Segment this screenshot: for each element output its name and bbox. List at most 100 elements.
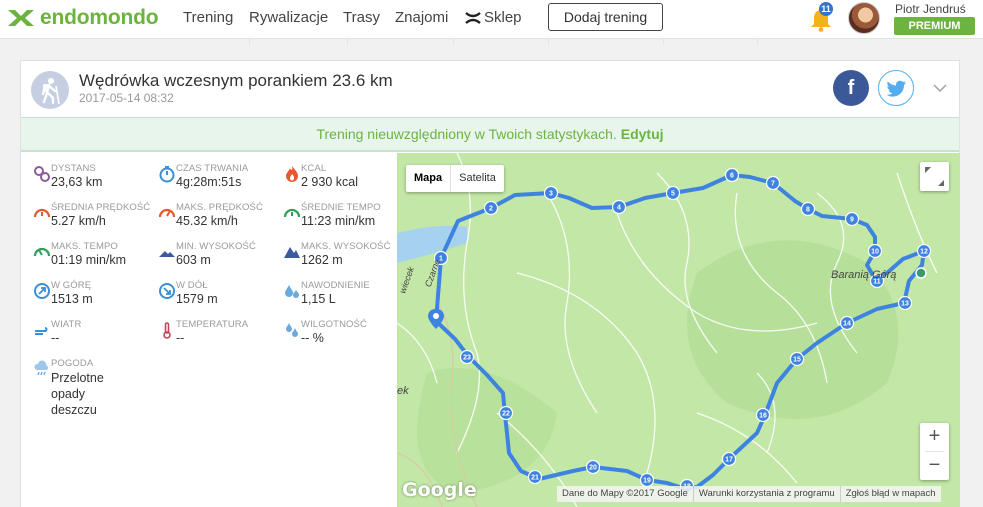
- route-overlay: 1234567891011121314151617181920212223: [428, 167, 932, 494]
- stopwatch-icon: [159, 166, 175, 183]
- workout-date: 2017-05-14 08:32: [79, 91, 174, 105]
- workout-title: Wędrówka wczesnym porankiem 23.6 km: [79, 71, 393, 90]
- km-marker[interactable]: 5: [665, 185, 681, 201]
- user-name[interactable]: Piotr Jendruś: [895, 2, 966, 16]
- zoom-controls: + −: [920, 423, 949, 480]
- twitter-icon: [887, 80, 906, 97]
- km-marker[interactable]: 13: [897, 295, 913, 311]
- km-marker-label: 8: [806, 207, 810, 214]
- km-marker[interactable]: 7: [765, 175, 781, 191]
- nav-divider: [0, 38, 983, 45]
- brand-name: endomondo: [40, 6, 159, 29]
- premium-badge[interactable]: PREMIUM: [894, 17, 975, 35]
- km-marker-label: 16: [759, 413, 767, 420]
- km-marker[interactable]: 10: [867, 243, 883, 259]
- nav-znajomi[interactable]: Znajomi: [395, 9, 448, 26]
- fullscreen-button[interactable]: [920, 162, 949, 191]
- workout-card: Wędrówka wczesnym porankiem 23.6 km 2017…: [20, 60, 960, 507]
- km-marker-label: 15: [793, 357, 801, 364]
- map-data-credit: Dane do Mapy ©2017 Google: [557, 486, 694, 502]
- google-logo[interactable]: Google: [402, 479, 477, 501]
- km-marker[interactable]: 9: [844, 211, 860, 227]
- under-armour-icon: [465, 11, 481, 24]
- map-attribution: Dane do Mapy ©2017 Google Warunki korzys…: [557, 486, 941, 502]
- edit-link[interactable]: Edytuj: [621, 126, 664, 142]
- thermometer-icon: [163, 322, 171, 339]
- km-marker-label: 14: [843, 321, 851, 328]
- km-marker[interactable]: 23: [459, 349, 475, 365]
- km-marker[interactable]: 19: [639, 472, 655, 488]
- km-marker[interactable]: 6: [724, 167, 740, 183]
- brand-icon: [8, 10, 34, 26]
- share-facebook-button[interactable]: f: [833, 70, 869, 106]
- speedometer-icon: [33, 208, 51, 218]
- km-marker[interactable]: 22: [498, 405, 514, 421]
- km-marker-label: 17: [725, 457, 733, 464]
- statistics-banner: Trening nieuwzględniony w Twoich statyst…: [21, 117, 959, 152]
- km-marker[interactable]: 4: [611, 199, 627, 215]
- pace-icon: [283, 208, 301, 218]
- road-label-ek: ek: [397, 385, 409, 397]
- km-marker-label: 12: [920, 249, 928, 256]
- km-marker-label: 9: [850, 217, 854, 224]
- km-marker[interactable]: 14: [839, 315, 855, 331]
- km-marker-label: 2: [489, 206, 493, 213]
- hiking-icon: [31, 71, 69, 109]
- zoom-in-button[interactable]: +: [920, 423, 949, 451]
- pace-max-icon: [33, 247, 51, 257]
- km-marker-label: 20: [589, 465, 597, 472]
- nav-sklep-label: Sklep: [484, 9, 522, 26]
- chevron-down-icon[interactable]: [933, 83, 947, 93]
- km-marker[interactable]: 2: [483, 200, 499, 216]
- nav-sklep[interactable]: Sklep: [464, 9, 522, 26]
- place-label-barania-gora: Baranią Górą: [831, 269, 897, 281]
- km-marker[interactable]: 8: [800, 201, 816, 217]
- km-marker-label: 10: [871, 249, 879, 256]
- report-error-link[interactable]: Zgłoś błąd w mapach: [841, 486, 941, 502]
- speedometer-max-icon: [158, 208, 176, 218]
- km-marker-label: 5: [671, 191, 675, 198]
- add-workout-button[interactable]: Dodaj trening: [548, 3, 663, 31]
- km-marker-label: 4: [617, 205, 621, 212]
- summit-marker-icon: [915, 267, 927, 279]
- water-drops-icon: [285, 285, 299, 298]
- ascent-icon: [34, 283, 50, 299]
- map-type-toggle: Mapa Satelita: [406, 165, 504, 192]
- mountain-min-icon: [159, 251, 175, 257]
- km-marker[interactable]: 3: [543, 185, 559, 201]
- nav-trasy[interactable]: Trasy: [343, 9, 380, 26]
- km-marker[interactable]: 21: [527, 469, 543, 485]
- top-navigation: endomondo Trening Rywalizacje Trasy Znaj…: [0, 0, 983, 38]
- map-view-button[interactable]: Mapa: [406, 165, 450, 192]
- notification-count-badge: 11: [819, 2, 833, 16]
- endomondo-logo[interactable]: endomondo: [6, 6, 159, 30]
- descent-icon: [159, 283, 175, 299]
- flame-icon: [286, 166, 298, 182]
- banner-text: Trening nieuwzględniony w Twoich statyst…: [316, 126, 617, 142]
- humidity-icon: [286, 323, 298, 337]
- workout-stats: DYSTANS 23,63 km CZAS TRWANIA 4g:28m:51s…: [21, 153, 397, 507]
- km-marker[interactable]: 15: [789, 351, 805, 367]
- wind-icon: [35, 327, 48, 335]
- km-marker-label: 7: [771, 181, 775, 188]
- nav-trening[interactable]: Trening: [183, 9, 233, 26]
- km-marker-label: 13: [901, 301, 909, 308]
- terms-link[interactable]: Warunki korzystania z programu: [694, 486, 841, 502]
- km-marker-label: 19: [643, 478, 651, 485]
- nav-rywalizacje[interactable]: Rywalizacje: [249, 9, 328, 26]
- rain-cloud-icon: [34, 360, 48, 376]
- km-marker-label: 22: [502, 411, 510, 418]
- km-marker[interactable]: 20: [585, 459, 601, 475]
- km-marker[interactable]: 17: [721, 451, 737, 467]
- zoom-out-button[interactable]: −: [920, 452, 949, 480]
- user-avatar[interactable]: [848, 2, 880, 34]
- fullscreen-icon: [925, 167, 944, 186]
- route-map[interactable]: 1234567891011121314151617181920212223 Ba…: [397, 153, 960, 507]
- share-twitter-button[interactable]: [878, 70, 914, 106]
- satellite-view-button[interactable]: Satelita: [451, 165, 504, 192]
- km-marker[interactable]: 16: [755, 407, 771, 423]
- km-marker-label: 6: [730, 173, 734, 180]
- km-marker[interactable]: 12: [916, 243, 932, 259]
- km-marker-label: 21: [531, 475, 539, 482]
- km-marker-label: 3: [549, 191, 553, 198]
